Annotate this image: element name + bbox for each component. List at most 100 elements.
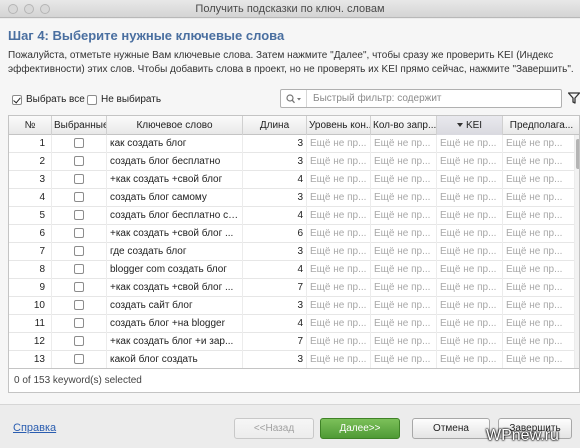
cancel-button[interactable]: Отмена	[412, 418, 490, 439]
row-select-checkbox[interactable]	[74, 156, 84, 166]
estimated-cell: Ещё не пр...	[503, 189, 575, 207]
kei-cell: Ещё не пр...	[437, 279, 503, 297]
length-cell: 3	[243, 351, 307, 368]
requests-cell: Ещё не пр...	[371, 189, 437, 207]
row-number-cell: 11	[9, 315, 52, 333]
keyword-cell: где создать блог	[107, 243, 243, 261]
close-window-button[interactable]	[8, 4, 18, 14]
row-select-checkbox[interactable]	[74, 228, 84, 238]
row-number-cell: 12	[9, 333, 52, 351]
row-select-checkbox[interactable]	[74, 192, 84, 202]
competition-cell: Ещё не пр...	[307, 333, 371, 351]
quick-filter-input[interactable]	[307, 90, 561, 107]
table-row[interactable]: 9 +как создать +свой блог ... 7 Ещё не пр..…	[9, 279, 575, 297]
row-select-checkbox[interactable]	[74, 300, 84, 310]
zoom-window-button[interactable]	[40, 4, 50, 14]
instructions-text: Пожалуйста, отметьте нужные Вам ключевые…	[8, 50, 574, 75]
row-select-checkbox[interactable]	[74, 264, 84, 274]
table-row[interactable]: 8 blogger com создать блог 4 Ещё не пр... Ещ…	[9, 261, 575, 279]
requests-cell: Ещё не пр...	[371, 243, 437, 261]
row-selected-cell	[52, 189, 107, 207]
column-header-length[interactable]: Длина	[243, 116, 307, 135]
kei-cell: Ещё не пр...	[437, 243, 503, 261]
requests-cell: Ещё не пр...	[371, 153, 437, 171]
table-row[interactable]: 3 +как создать +свой блог 4 Ещё не пр... Ещё…	[9, 171, 575, 189]
length-cell: 6	[243, 225, 307, 243]
requests-cell: Ещё не пр...	[371, 207, 437, 225]
competition-cell: Ещё не пр...	[307, 297, 371, 315]
vertical-scrollbar[interactable]	[575, 135, 579, 368]
scrollbar-thumb[interactable]	[576, 139, 579, 169]
table-row[interactable]: 1 как создать блог 3 Ещё не пр... Ещё не пр.…	[9, 135, 575, 153]
table-header: № Выбранные Ключевое слово Длина Уровень…	[9, 116, 579, 135]
filter-funnel-icon[interactable]	[567, 92, 580, 107]
competition-cell: Ещё не пр...	[307, 135, 371, 153]
row-selected-cell	[52, 153, 107, 171]
estimated-cell: Ещё не пр...	[503, 297, 575, 315]
requests-cell: Ещё не пр...	[371, 315, 437, 333]
requests-cell: Ещё не пр...	[371, 297, 437, 315]
keyword-cell: +как создать +свой блог ...	[107, 279, 243, 297]
back-button[interactable]: <<Назад	[234, 418, 314, 439]
competition-cell: Ещё не пр...	[307, 351, 371, 368]
row-select-checkbox[interactable]	[74, 246, 84, 256]
row-select-checkbox[interactable]	[74, 336, 84, 346]
row-number-cell: 13	[9, 351, 52, 368]
competition-cell: Ещё не пр...	[307, 279, 371, 297]
select-none-checkbox[interactable]: Не выбирать	[87, 94, 161, 105]
select-all-checkbox-box[interactable]	[12, 94, 22, 105]
search-icon[interactable]	[281, 90, 307, 107]
column-header-number[interactable]: №	[9, 116, 52, 135]
kei-cell: Ещё не пр...	[437, 171, 503, 189]
row-select-checkbox[interactable]	[74, 138, 84, 148]
row-select-checkbox[interactable]	[74, 282, 84, 292]
quick-filter[interactable]	[280, 89, 562, 108]
kei-cell: Ещё не пр...	[437, 351, 503, 368]
kei-cell: Ещё не пр...	[437, 153, 503, 171]
help-link[interactable]: Справка	[13, 422, 56, 434]
table-row[interactable]: 10 создать сайт блог 3 Ещё не пр... Ещё не п…	[9, 297, 575, 315]
column-header-estimated[interactable]: Предполага...	[503, 116, 579, 135]
row-selected-cell	[52, 297, 107, 315]
row-select-checkbox[interactable]	[74, 318, 84, 328]
table-row[interactable]: 4 создать блог самому 3 Ещё не пр... Ещё не …	[9, 189, 575, 207]
table-row[interactable]: 6 +как создать +свой блог ... 6 Ещё не пр..…	[9, 225, 575, 243]
estimated-cell: Ещё не пр...	[503, 351, 575, 368]
table-row[interactable]: 2 создать блог бесплатно 3 Ещё не пр... Ещё …	[9, 153, 575, 171]
kei-cell: Ещё не пр...	[437, 315, 503, 333]
kei-cell: Ещё не пр...	[437, 207, 503, 225]
row-selected-cell	[52, 135, 107, 153]
estimated-cell: Ещё не пр...	[503, 333, 575, 351]
kei-cell: Ещё не пр...	[437, 189, 503, 207]
column-header-selected[interactable]: Выбранные	[52, 116, 107, 135]
keyword-cell: создать блог +на blogger	[107, 315, 243, 333]
table-row[interactable]: 7 где создать блог 3 Ещё не пр... Ещё не пр.…	[9, 243, 575, 261]
keyword-cell: +как создать блог +и зар...	[107, 333, 243, 351]
length-cell: 3	[243, 135, 307, 153]
row-select-checkbox[interactable]	[74, 354, 84, 364]
keyword-cell: какой блог создать	[107, 351, 243, 368]
column-header-requests[interactable]: Кол-во запр...	[371, 116, 437, 135]
keyword-cell: blogger com создать блог	[107, 261, 243, 279]
table-row[interactable]: 13 какой блог создать 3 Ещё не пр... Ещё не …	[9, 351, 575, 368]
table-row[interactable]: 12 +как создать блог +и зар... 7 Ещё не пр.…	[9, 333, 575, 351]
kei-cell: Ещё не пр...	[437, 135, 503, 153]
next-button[interactable]: Далее>>	[320, 418, 400, 439]
table-row[interactable]: 11 создать блог +на blogger 4 Ещё не пр... Е…	[9, 315, 575, 333]
column-header-competition[interactable]: Уровень кон...	[307, 116, 371, 135]
row-select-checkbox[interactable]	[74, 174, 84, 184]
estimated-cell: Ещё не пр...	[503, 261, 575, 279]
competition-cell: Ещё не пр...	[307, 225, 371, 243]
column-header-keyword[interactable]: Ключевое слово	[107, 116, 243, 135]
select-all-checkbox[interactable]: Выбрать все	[12, 94, 85, 105]
row-number-cell: 6	[9, 225, 52, 243]
minimize-window-button[interactable]	[24, 4, 34, 14]
table-row[interactable]: 5 создать блог бесплатно са... 4 Ещё не пр.…	[9, 207, 575, 225]
column-header-kei[interactable]: KEI	[437, 116, 503, 135]
select-none-checkbox-box[interactable]	[87, 94, 97, 105]
competition-cell: Ещё не пр...	[307, 189, 371, 207]
kei-cell: Ещё не пр...	[437, 297, 503, 315]
keyword-cell: создать блог бесплатно са...	[107, 207, 243, 225]
row-select-checkbox[interactable]	[74, 210, 84, 220]
keyword-cell: +как создать +свой блог	[107, 171, 243, 189]
